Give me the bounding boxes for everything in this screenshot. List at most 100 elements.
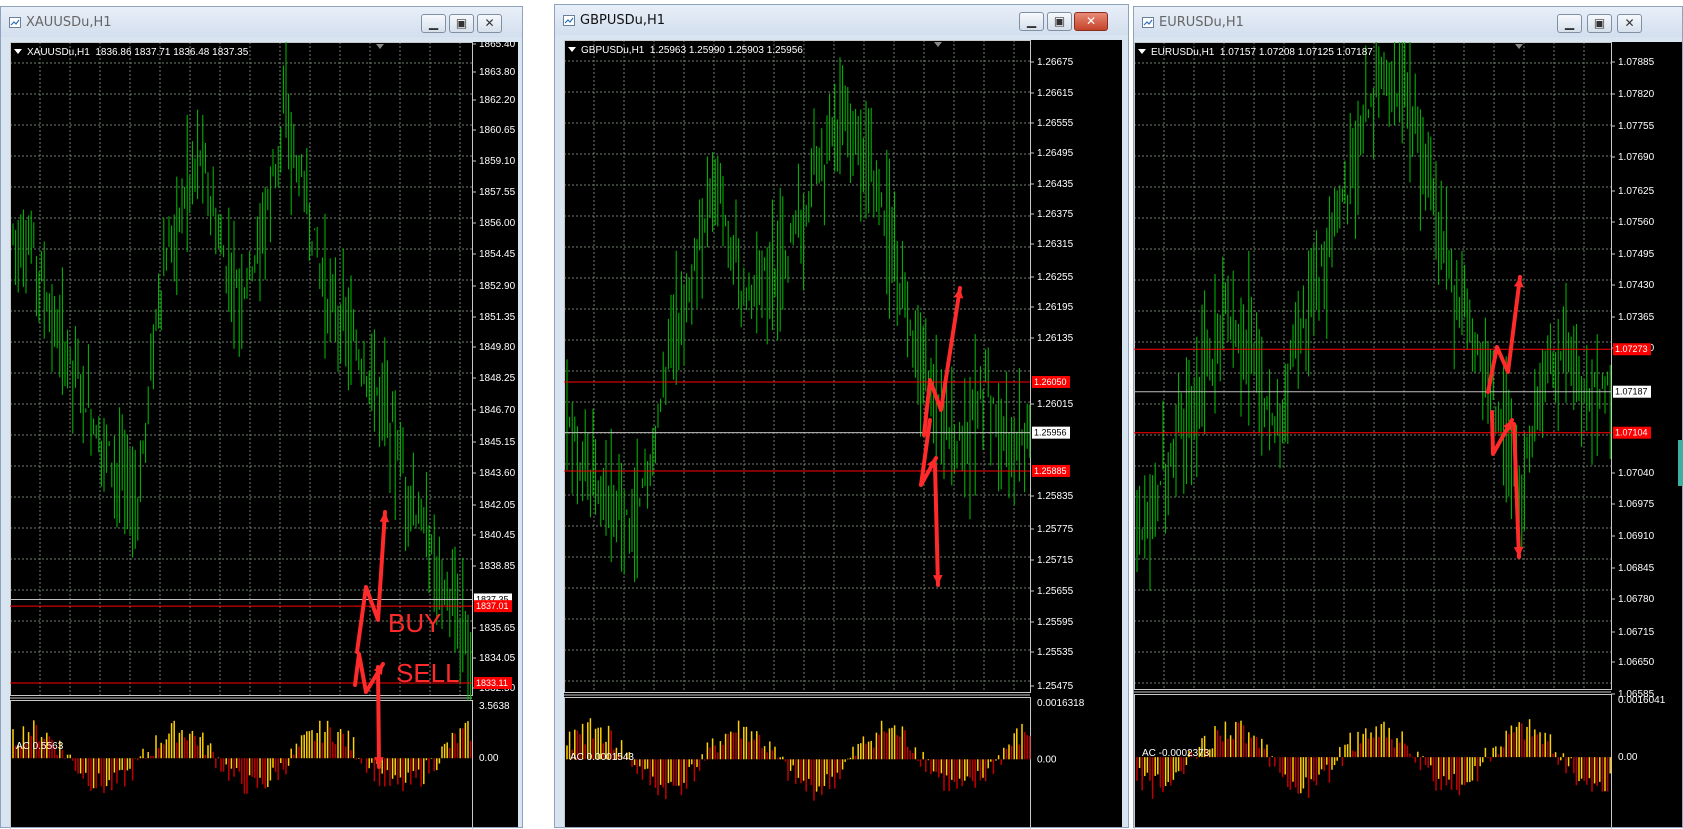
- maximize-button[interactable]: ▣: [1587, 14, 1612, 33]
- scale-label: 1.07040: [1618, 468, 1655, 479]
- scale-label: 1.07560: [1618, 217, 1655, 228]
- minimize-button[interactable]: ▁: [421, 14, 446, 33]
- indicator-max-label: 0.0016041: [1618, 695, 1666, 706]
- scale-label: 1.06845: [1618, 563, 1655, 574]
- scale-label: 1.07755: [1618, 121, 1655, 132]
- price-tag-label: 1.25885: [1034, 466, 1067, 476]
- scale-label: 1.25475: [1037, 681, 1074, 692]
- scale-label: 1851.35: [479, 312, 516, 323]
- chart-window-icon: [563, 15, 575, 26]
- maximize-icon: ▣: [1588, 15, 1611, 32]
- chart-canvas[interactable]: 1.078851.078201.077551.076901.076251.075…: [1134, 42, 1683, 829]
- scale-label: 1863.80: [479, 67, 516, 78]
- scale-label: 1838.85: [479, 561, 516, 572]
- title-bar[interactable]: EURUSDu,H1 ▁ ▣ ✕: [1134, 7, 1682, 37]
- title-bar[interactable]: GBPUSDu,H1 ▁ ▣ ✕: [555, 5, 1128, 35]
- scale-label: 1848.25: [479, 373, 516, 384]
- price-chart-area[interactable]: 1.266751.266151.265551.264951.264351.263…: [564, 40, 1122, 827]
- scale-label: 1835.65: [479, 623, 516, 634]
- ohlc-readout: EURUSDu,H1 1.07157 1.07208 1.07125 1.071…: [1151, 47, 1373, 58]
- indicator-max-label: 3.5638: [479, 701, 510, 712]
- dropdown-triangle-icon[interactable]: [568, 47, 576, 52]
- price-scale: 1.078851.078201.077551.076901.076251.075…: [1611, 57, 1655, 700]
- indicator-zero-label: 0.00: [1037, 754, 1057, 765]
- scale-label: 1.26675: [1037, 57, 1074, 68]
- shift-marker-icon[interactable]: [934, 42, 942, 47]
- shift-marker-icon[interactable]: [376, 44, 384, 49]
- chart-canvas[interactable]: 1865.401863.801862.201860.651859.101857.…: [10, 42, 520, 829]
- scale-label: 1859.10: [479, 156, 516, 167]
- price-bars: [1137, 42, 1610, 591]
- chart-window-icon: [1142, 17, 1154, 28]
- scale-label: 1842.05: [479, 500, 516, 511]
- scale-label: 1.06780: [1618, 594, 1655, 605]
- chart-window-gbpusd[interactable]: GBPUSDu,H1 ▁ ▣ ✕ 1.26675 1.26615 1.26555 1.…: [554, 4, 1129, 828]
- title-bar[interactable]: XAUUSDu,H1 ▁ ▣ ✕: [1, 7, 522, 37]
- price-chart-area[interactable]: 1.078851.078201.077551.076901.076251.075…: [1134, 42, 1682, 827]
- price-scale: 1865.401863.801862.201860.651859.101857.…: [472, 42, 516, 694]
- price-tag-label: 1.25956: [1034, 428, 1067, 438]
- chart-window-xauusd[interactable]: XAUUSDu,H1 ▁ ▣ ✕ 1865.401863.801862.2018…: [0, 6, 523, 828]
- scale-label: 1.07625: [1618, 186, 1655, 197]
- sell-arrow-down[interactable]: [933, 465, 943, 585]
- price-bars: [567, 57, 1030, 582]
- ac-histogram: [13, 720, 471, 793]
- maximize-button[interactable]: ▣: [449, 14, 474, 33]
- minimize-button[interactable]: ▁: [1557, 14, 1582, 33]
- scale-label: 1834.05: [479, 653, 516, 664]
- scale-label: 1862.20: [479, 95, 516, 106]
- scale-label: 1845.15: [479, 437, 516, 448]
- dropdown-triangle-icon[interactable]: [14, 49, 22, 54]
- maximize-icon: ▣: [450, 15, 473, 32]
- close-button[interactable]: ✕: [1074, 12, 1108, 31]
- scale-label: 1860.65: [479, 125, 516, 136]
- symbol-info: EURUSDu,H1 1.07157 1.07208 1.07125 1.071…: [1138, 47, 1373, 58]
- maximize-button[interactable]: ▣: [1047, 12, 1072, 31]
- scale-label: 1.25775: [1037, 524, 1074, 535]
- maximize-icon: ▣: [1048, 13, 1071, 30]
- dropdown-triangle-icon[interactable]: [1138, 49, 1146, 54]
- scale-label: 1.07365: [1618, 312, 1655, 323]
- symbol-info: XAUUSDu,H1 1836.86 1837.71 1836.48 1837.…: [14, 47, 248, 58]
- scale-scroll-handle[interactable]: [1678, 440, 1683, 486]
- scale-label: 1852.90: [479, 281, 516, 292]
- sell-arrow-down[interactable]: [374, 667, 384, 767]
- buy-arrow[interactable]: [357, 512, 389, 652]
- scale-label: 1857.55: [479, 187, 516, 198]
- minimize-button[interactable]: ▁: [1019, 12, 1044, 31]
- close-button[interactable]: ✕: [1617, 14, 1642, 33]
- indicator-zero-label: 0.00: [1618, 752, 1638, 763]
- scale-label: 1856.00: [479, 218, 516, 229]
- chart-window-eurusd[interactable]: EURUSDu,H1 ▁ ▣ ✕ 1.078851.078201.077551.…: [1133, 6, 1683, 828]
- price-chart-area[interactable]: 1865.401863.801862.201860.651859.101857.…: [10, 42, 518, 827]
- scale-label: 1.07690: [1618, 152, 1655, 163]
- chart-canvas[interactable]: 1.266751.266151.265551.264951.264351.263…: [564, 40, 1122, 829]
- scale-label: 1.07885: [1618, 57, 1655, 68]
- close-button[interactable]: ✕: [477, 14, 502, 33]
- sell-annotation: SELL: [396, 658, 460, 688]
- scale-label: 1854.45: [479, 249, 516, 260]
- price-bars: [13, 42, 471, 700]
- scale-label: 1.26435: [1037, 179, 1074, 190]
- arrow-stroke: [357, 512, 385, 652]
- minimize-icon: ▁: [1020, 13, 1043, 30]
- scale-label: 1846.70: [479, 405, 516, 416]
- plot-border: [11, 43, 473, 696]
- indicator-zero-label: 0.00: [479, 753, 499, 764]
- price-tag-label: 1833.11: [476, 678, 508, 688]
- price-tag-label: 1837.01: [476, 601, 509, 611]
- shift-marker-icon[interactable]: [1515, 44, 1523, 49]
- close-icon: ✕: [1075, 13, 1107, 30]
- minimize-icon: ▁: [1558, 15, 1581, 32]
- scale-label: 1.26615: [1037, 88, 1074, 99]
- buy-annotation: BUY: [388, 608, 441, 638]
- indicator-border: [1135, 695, 1612, 829]
- scale-label: 1.26495: [1037, 148, 1074, 159]
- arrowhead-icon: [933, 575, 943, 585]
- scale-label: 1.06650: [1618, 657, 1655, 668]
- scale-label: 1.26195: [1037, 302, 1074, 313]
- indicator-max-label: 0.0016318: [1037, 698, 1085, 709]
- close-icon: ✕: [1618, 15, 1641, 32]
- scale-label: 1.26555: [1037, 118, 1074, 129]
- scale-label: 1.25595: [1037, 617, 1074, 628]
